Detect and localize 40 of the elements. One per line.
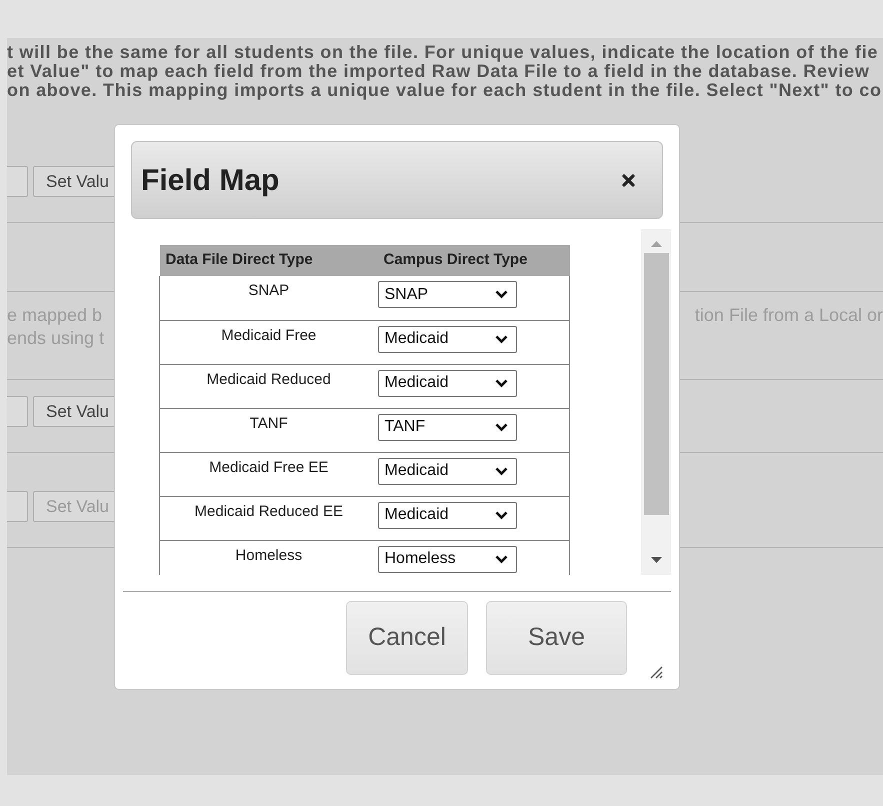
set-value-button[interactable]: Set Valu bbox=[33, 396, 114, 427]
dialog-title: Field Map bbox=[141, 162, 280, 198]
chevron-down-icon bbox=[494, 290, 508, 299]
chevron-down-icon bbox=[494, 422, 508, 432]
type-select[interactable]: Medicaid bbox=[378, 458, 516, 484]
instruction-text: et Value" to map each field from the imported Raw Data File to a field in the database. Review bbox=[7, 62, 870, 81]
table-cell: SNAP bbox=[248, 282, 290, 299]
value-field[interactable] bbox=[7, 491, 28, 522]
set-value-button[interactable]: Set Valu bbox=[33, 166, 114, 197]
type-select[interactable]: Homeless bbox=[378, 546, 516, 572]
scrollbar[interactable] bbox=[641, 229, 671, 575]
chevron-down-icon bbox=[494, 554, 508, 564]
instruction-text: on above. This mapping imports a unique value for each student in the file. Select "Next" to co bbox=[7, 81, 882, 100]
table-cell: Medicaid Free EE bbox=[209, 458, 328, 476]
scroll-up-icon[interactable] bbox=[650, 241, 662, 247]
type-select[interactable]: TANF bbox=[378, 414, 516, 440]
chevron-down-icon bbox=[494, 466, 508, 476]
table-cell: Medicaid Free bbox=[221, 326, 316, 344]
type-select[interactable]: Medicaid bbox=[378, 370, 516, 396]
resize-grip-icon[interactable] bbox=[649, 665, 663, 679]
chevron-down-icon bbox=[494, 378, 508, 388]
instruction-text: t will be the same for all students on the file. For unique values, indicate the location of the fie bbox=[7, 43, 878, 62]
type-select[interactable]: Medicaid bbox=[378, 326, 516, 352]
value-field[interactable] bbox=[7, 396, 28, 427]
table-cell: TANF bbox=[250, 414, 288, 432]
column-header: Data File Direct Type bbox=[160, 245, 378, 276]
chevron-down-icon bbox=[494, 334, 508, 344]
type-select[interactable]: SNAP bbox=[378, 281, 516, 308]
table-cell: Medicaid Reduced bbox=[206, 370, 331, 388]
type-select[interactable]: Medicaid bbox=[378, 502, 516, 528]
close-icon[interactable] bbox=[622, 174, 635, 186]
table-cell: Homeless bbox=[235, 546, 302, 564]
table-cell: Medicaid Reduced EE bbox=[194, 502, 343, 520]
chevron-down-icon bbox=[494, 510, 508, 520]
column-header: Campus Direct Type bbox=[378, 245, 570, 276]
value-field[interactable] bbox=[7, 166, 28, 197]
save-button[interactable]: Save bbox=[486, 601, 627, 675]
scroll-thumb[interactable] bbox=[644, 253, 668, 515]
scroll-down-icon[interactable] bbox=[650, 557, 662, 563]
cancel-button[interactable]: Cancel bbox=[346, 601, 468, 675]
